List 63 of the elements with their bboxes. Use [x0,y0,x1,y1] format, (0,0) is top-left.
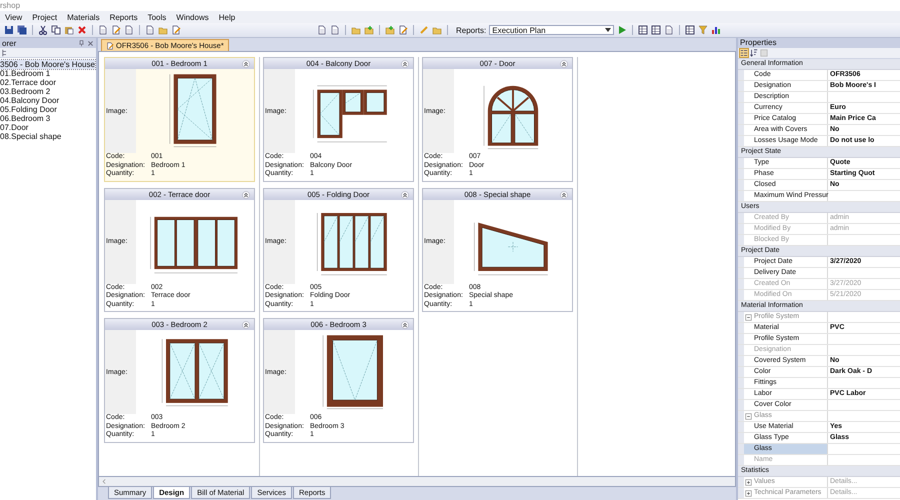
collapse-icon[interactable] [242,190,250,198]
tree-item[interactable]: 07.Door [0,123,28,132]
save-icon[interactable] [4,25,14,35]
categorized-icon[interactable] [740,49,748,57]
table-icon[interactable] [638,25,648,35]
menu-item[interactable]: Materials [67,12,100,22]
tree-item[interactable]: 05.Folding Door [0,105,57,114]
collapse-icon[interactable] [560,190,568,198]
scroll-left-icon[interactable] [101,478,108,485]
document-icon[interactable] [330,25,340,35]
play-icon[interactable] [617,25,628,35]
menu-item[interactable]: View [5,12,22,22]
menu-item[interactable]: Help [218,12,236,22]
edit-document-icon[interactable] [171,25,181,35]
document-icon[interactable] [98,25,108,35]
collapse-icon[interactable] [401,321,409,329]
window-title: rshop [0,1,20,10]
caret-icon [605,28,612,32]
tree-item[interactable]: 03.Bedroom 2 [0,87,50,96]
collapse-icon[interactable] [401,190,409,198]
edit-document-icon[interactable] [111,25,121,35]
tree-item[interactable]: 04.Balcony Door [0,96,60,105]
minus-box-icon[interactable] [745,314,752,320]
chart-icon[interactable] [711,25,722,35]
tree-item[interactable]: 01.Bedroom 1 [0,69,50,78]
collapse-icon[interactable] [401,60,409,68]
folder-plus-icon[interactable] [385,25,395,35]
folder-icon[interactable] [158,25,168,35]
sort-az-icon[interactable] [750,49,758,57]
table-icon[interactable] [685,25,696,35]
collapse-icon[interactable] [242,321,250,329]
tree-item[interactable]: 08.Special shape [0,132,62,141]
minus-box-icon[interactable] [745,412,752,420]
menu-item[interactable]: Project [32,12,58,22]
delete-icon[interactable] [77,25,87,35]
document-icon[interactable] [664,25,674,35]
paste-icon[interactable] [64,25,74,35]
folder-icon[interactable] [432,25,442,35]
folder-plus-icon[interactable] [364,25,374,35]
tree-item[interactable]: 02.Terrace door [0,78,56,87]
menu-item[interactable]: Windows [176,12,209,22]
table-icon[interactable] [651,25,662,35]
folder-icon[interactable] [351,25,361,35]
plus-box-icon[interactable] [745,490,752,496]
menu-item[interactable]: Reports [110,12,138,22]
copy-icon[interactable] [51,25,61,35]
document-icon[interactable] [317,25,327,35]
menu-item[interactable]: Tools [148,12,166,22]
cut-icon[interactable] [38,25,48,35]
document-icon[interactable] [124,25,134,35]
panel-title: Properties [740,38,776,47]
pin-icon[interactable] [78,40,85,46]
tree-item[interactable]: 06.Bedroom 3 [0,114,50,123]
close-icon[interactable] [87,40,94,46]
tree-item[interactable]: 3506 - Bob Moore's House [0,60,95,69]
document-icon[interactable] [145,25,155,35]
edit-document-icon[interactable] [398,25,408,35]
panel-title: orer [2,38,16,48]
collapse-icon[interactable] [560,60,568,68]
plus-box-icon[interactable] [745,478,752,486]
reports-label: Reports: [456,26,486,34]
reports-dropdown[interactable]: Execution Plan [489,25,614,35]
collapse-icon[interactable] [242,60,250,68]
